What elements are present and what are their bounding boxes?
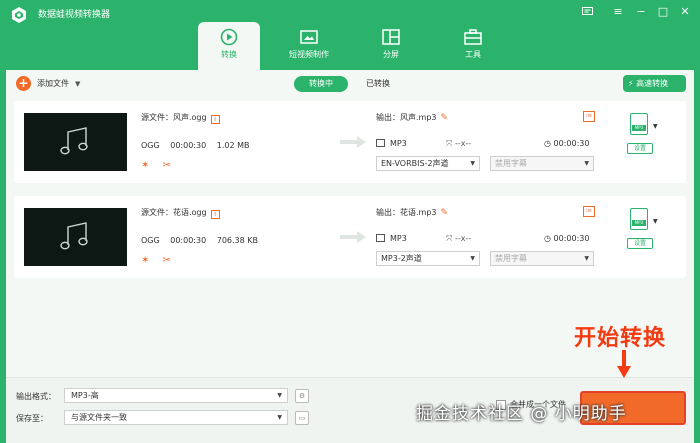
music-note-icon bbox=[60, 127, 88, 155]
magic-wand-icon[interactable]: ✶ bbox=[141, 160, 149, 171]
scissors-icon[interactable]: ✂ bbox=[163, 255, 171, 266]
chevron-down-icon[interactable]: ▼ bbox=[653, 218, 658, 225]
clock-icon: ◷ bbox=[544, 139, 551, 148]
app-logo-icon bbox=[12, 7, 26, 23]
source-meta: OGG 00:00:30 1.02 MB bbox=[141, 141, 250, 150]
clock-icon: ◷ bbox=[544, 234, 551, 243]
add-file-button[interactable]: + 添加文件 ▼ bbox=[16, 76, 80, 91]
high-speed-convert-button[interactable]: ⚡ 高速转换 bbox=[623, 75, 686, 92]
output-meta: MP3 ⤧ --x-- ◷ 00:00:30 bbox=[376, 234, 606, 246]
settings-button[interactable]: 设置 bbox=[627, 238, 653, 249]
save-to-select[interactable]: 与源文件夹一致 ▼ bbox=[64, 410, 288, 425]
edit-icon[interactable]: ✎ bbox=[441, 208, 449, 218]
plus-icon: + bbox=[16, 76, 31, 91]
folder-icon[interactable]: ▭ bbox=[295, 411, 309, 425]
arrow-right-icon bbox=[340, 136, 366, 148]
chevron-down-icon[interactable]: ▼ bbox=[653, 123, 658, 130]
app-title: 数据蛙视频转换器 bbox=[38, 10, 111, 20]
toolbox-icon bbox=[464, 29, 482, 45]
chevron-down-icon: ▼ bbox=[277, 414, 282, 421]
arrow-right-icon bbox=[340, 231, 366, 243]
audio-track-select[interactable]: MP3-2声道 ▼ bbox=[376, 251, 480, 266]
title-bar: 数据蛙视频转换器 ≡ − □ ✕ 转换 短视频制作 分屏 工具 bbox=[0, 0, 700, 70]
chevron-down-icon: ▼ bbox=[584, 160, 589, 167]
lightning-icon: ⚡ bbox=[628, 79, 634, 88]
chevron-down-icon: ▼ bbox=[584, 255, 589, 262]
source-meta: OGG 00:00:30 706.38 KB bbox=[141, 236, 259, 245]
format-icon bbox=[376, 234, 385, 242]
chevron-down-icon: ▼ bbox=[470, 255, 475, 262]
file-thumbnail[interactable] bbox=[24, 113, 127, 171]
subtitle-select[interactable]: 禁用字幕 ▼ bbox=[490, 156, 594, 171]
annotation-title: 开始转换 bbox=[574, 326, 667, 351]
scissors-icon[interactable]: ✂ bbox=[163, 160, 171, 171]
info-icon[interactable]: i bbox=[210, 115, 220, 124]
format-settings-icon[interactable]: ⚙ bbox=[295, 389, 309, 403]
chevron-down-icon: ▼ bbox=[277, 392, 282, 399]
music-note-icon bbox=[60, 222, 88, 250]
close-icon[interactable]: ✕ bbox=[676, 4, 694, 20]
feedback-icon[interactable] bbox=[578, 4, 596, 20]
split-screen-icon bbox=[382, 29, 400, 45]
mp3-file-icon[interactable]: MP3 bbox=[630, 113, 648, 135]
convert-icon bbox=[220, 28, 238, 46]
subtitle-select[interactable]: 禁用字幕 ▼ bbox=[490, 251, 594, 266]
maximize-icon[interactable]: □ bbox=[654, 4, 672, 20]
output-format-select[interactable]: MP3-高 ▼ bbox=[64, 388, 288, 403]
tab-toolbox[interactable]: 工具 bbox=[442, 22, 504, 70]
resolution-icon: ⤧ bbox=[446, 234, 453, 243]
minimize-icon[interactable]: − bbox=[632, 4, 650, 20]
menu-icon[interactable]: ≡ bbox=[609, 4, 627, 20]
output-format-label: 输出格式： bbox=[16, 392, 56, 401]
magic-wand-icon[interactable]: ✶ bbox=[141, 255, 149, 266]
toolbar: + 添加文件 ▼ 转换中 已转换 ⚡ 高速转换 bbox=[6, 70, 694, 98]
output-filename: 输出：花语.mp3 ✎ bbox=[376, 208, 449, 218]
file-item: 源文件：风声.ogg i OGG 00:00:30 1.02 MB ✶ ✂ 输出：… bbox=[14, 101, 686, 183]
source-filename: 源文件：风声.ogg i bbox=[141, 112, 220, 124]
chevron-down-icon: ▼ bbox=[470, 160, 475, 167]
file-tools: ✶ ✂ bbox=[141, 255, 181, 266]
arrow-down-icon bbox=[617, 350, 631, 378]
tab-video-maker[interactable]: 短视频制作 bbox=[278, 22, 340, 70]
file-item: 源文件：花语.ogg i OGG 00:00:30 706.38 KB ✶ ✂ 输… bbox=[14, 196, 686, 278]
watermark: 掘金技术社区 @ 小明助手 bbox=[416, 404, 627, 424]
file-tools: ✶ ✂ bbox=[141, 160, 181, 171]
mp3-file-icon[interactable]: MP3 bbox=[630, 208, 648, 230]
chevron-down-icon[interactable]: ▼ bbox=[75, 80, 80, 88]
tab-split-screen[interactable]: 分屏 bbox=[360, 22, 422, 70]
tab-converting[interactable]: 转换中 bbox=[294, 76, 348, 92]
save-to-label: 保存至： bbox=[16, 414, 48, 423]
tab-convert[interactable]: 转换 bbox=[198, 22, 260, 70]
audio-track-select[interactable]: EN-VORBIS-2声道 ▼ bbox=[376, 156, 480, 171]
format-icon bbox=[376, 139, 385, 147]
video-maker-icon bbox=[300, 30, 318, 44]
file-thumbnail[interactable] bbox=[24, 208, 127, 266]
settings-button[interactable]: 设置 bbox=[627, 143, 653, 154]
edit-icon[interactable]: ✎ bbox=[441, 113, 449, 123]
tab-converted[interactable]: 已转换 bbox=[366, 76, 390, 92]
output-info-icon[interactable]: i≡ bbox=[583, 206, 595, 217]
source-filename: 源文件：花语.ogg i bbox=[141, 207, 220, 219]
info-icon[interactable]: i bbox=[210, 210, 220, 219]
resolution-icon: ⤧ bbox=[446, 139, 453, 148]
output-info-icon[interactable]: i≡ bbox=[583, 111, 595, 122]
output-meta: MP3 ⤧ --x-- ◷ 00:00:30 bbox=[376, 139, 606, 151]
output-filename: 输出：风声.mp3 ✎ bbox=[376, 113, 449, 123]
main-panel: + 添加文件 ▼ 转换中 已转换 ⚡ 高速转换 源文件：风声.ogg i OGG … bbox=[6, 70, 694, 443]
